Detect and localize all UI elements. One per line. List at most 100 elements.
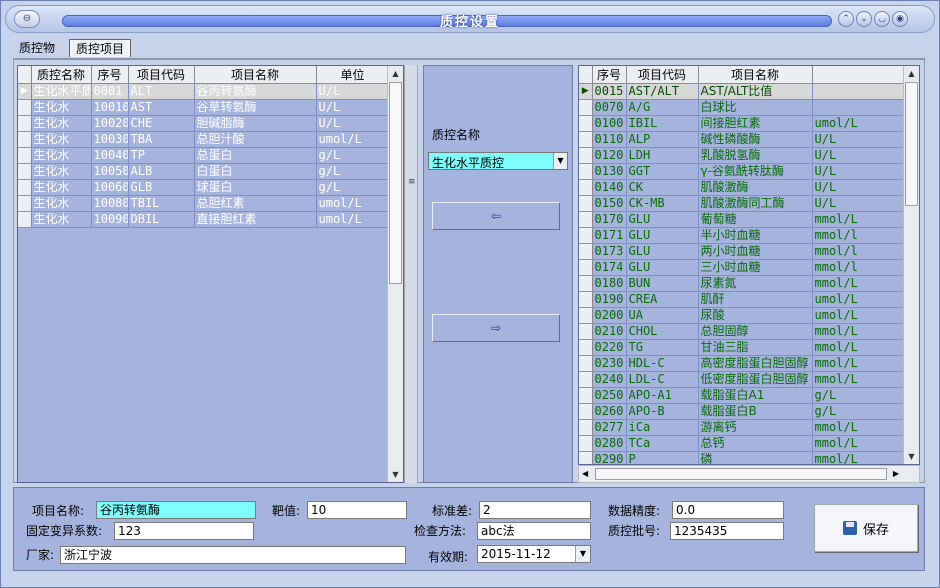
table-cell[interactable]: AST/ALT比值 <box>698 83 813 100</box>
table-cell[interactable]: U/L <box>316 115 390 132</box>
table-row[interactable]: 生化水 10050 ALB 白蛋白 g/L <box>18 163 390 180</box>
row-indicator[interactable] <box>18 211 32 228</box>
row-indicator[interactable] <box>579 435 593 452</box>
table-cell[interactable]: g/L <box>316 179 390 196</box>
table-cell[interactable]: mmol/L <box>812 451 905 464</box>
table-row[interactable]: 生化水 10060 GLB 球蛋白 g/L <box>18 179 390 196</box>
table-cell[interactable]: g/L <box>812 387 905 404</box>
table-row[interactable]: 0277 iCa 游离钙 mmol/L <box>579 419 905 436</box>
row-indicator[interactable] <box>18 147 32 164</box>
save-button[interactable]: 保存 <box>814 504 918 552</box>
table-cell[interactable]: U/L <box>812 131 905 148</box>
hscroll-thumb[interactable] <box>595 468 887 480</box>
table-cell[interactable] <box>812 99 905 116</box>
table-cell[interactable]: DBIL <box>128 211 195 228</box>
header-code[interactable]: 项目代码 <box>626 66 699 84</box>
table-cell[interactable]: 10060 <box>91 179 129 196</box>
lot-field[interactable]: 1235435 <box>670 522 784 540</box>
table-cell[interactable]: 高密度脂蛋白胆固醇 <box>698 355 813 372</box>
row-indicator[interactable] <box>579 339 593 356</box>
row-indicator[interactable] <box>579 387 593 404</box>
header-item-name[interactable]: 项目名称 <box>194 66 317 84</box>
table-cell[interactable]: CREA <box>626 291 699 308</box>
table-cell[interactable]: 10050 <box>91 163 129 180</box>
table-cell[interactable]: GLB <box>128 179 195 196</box>
table-row[interactable]: 生化水 10020 CHE 胆碱脂酶 U/L <box>18 115 390 132</box>
row-indicator[interactable] <box>579 115 593 132</box>
table-cell[interactable]: mmol/l <box>812 227 905 244</box>
table-cell[interactable]: 0110 <box>592 131 627 148</box>
table-row[interactable]: 0150 CK-MB 肌酸激酶同工酶 U/L <box>579 195 905 212</box>
row-indicator[interactable] <box>579 179 593 196</box>
table-row[interactable]: 生化水 10040 TP 总蛋白 g/L <box>18 147 390 164</box>
row-indicator[interactable] <box>18 99 32 116</box>
table-cell[interactable]: U/L <box>812 163 905 180</box>
row-indicator[interactable] <box>579 211 593 228</box>
table-cell[interactable]: g/L <box>316 163 390 180</box>
table-cell[interactable]: 葡萄糖 <box>698 211 813 228</box>
table-cell[interactable]: 低密度脂蛋白胆固醇 <box>698 371 813 388</box>
table-cell[interactable]: AST <box>128 99 195 116</box>
row-indicator[interactable] <box>18 115 32 132</box>
table-cell[interactable]: mmol/l <box>812 259 905 276</box>
right-grid-hscrollbar[interactable]: ◀ ▶ <box>578 465 920 483</box>
table-cell[interactable]: mmol/L <box>812 211 905 228</box>
panel-splitter[interactable]: ≡ <box>404 65 418 483</box>
right-grid-scrollbar[interactable]: ▲ ▼ <box>903 66 919 464</box>
table-cell[interactable]: 游离钙 <box>698 419 813 436</box>
table-cell[interactable]: A/G <box>626 99 699 116</box>
row-indicator[interactable] <box>579 371 593 388</box>
left-grid-scrollbar[interactable]: ▲ ▼ <box>387 66 403 482</box>
table-cell[interactable]: TCa <box>626 435 699 452</box>
header-seq[interactable]: 序号 <box>91 66 129 84</box>
move-right-button[interactable]: ⇨ <box>432 314 560 342</box>
table-cell[interactable]: 0170 <box>592 211 627 228</box>
table-cell[interactable]: U/L <box>812 147 905 164</box>
table-cell[interactable]: 0277 <box>592 419 627 436</box>
header-seq[interactable]: 序号 <box>592 66 627 84</box>
table-cell[interactable]: 0230 <box>592 355 627 372</box>
table-cell[interactable]: ALB <box>128 163 195 180</box>
header-code[interactable]: 项目代码 <box>128 66 195 84</box>
table-cell[interactable]: 0200 <box>592 307 627 324</box>
table-row[interactable]: 0180 BUN 尿素氮 mmol/L <box>579 275 905 292</box>
table-cell[interactable]: 总胆汁酸 <box>194 131 317 148</box>
table-cell[interactable]: 10020 <box>91 115 129 132</box>
table-cell[interactable]: CHE <box>128 115 195 132</box>
table-cell[interactable]: 生化水 <box>31 147 92 164</box>
table-cell[interactable]: 0140 <box>592 179 627 196</box>
scroll-right-arrow[interactable]: ▶ <box>893 469 899 478</box>
table-row[interactable]: 0250 APO-A1 载脂蛋白A1 g/L <box>579 387 905 404</box>
table-row[interactable]: 0110 ALP 碱性磷酸酶 U/L <box>579 131 905 148</box>
table-cell[interactable]: 生化水 <box>31 131 92 148</box>
row-indicator[interactable] <box>579 259 593 276</box>
qc-name-select[interactable]: 生化水平质控 ▼ <box>428 152 568 170</box>
table-cell[interactable]: umol/L <box>812 307 905 324</box>
row-indicator[interactable] <box>579 99 593 116</box>
table-cell[interactable]: 0220 <box>592 339 627 356</box>
close-button[interactable]: ◉ <box>892 11 908 27</box>
table-cell[interactable] <box>812 83 905 100</box>
table-cell[interactable]: 三小时血糖 <box>698 259 813 276</box>
table-row[interactable]: 0290 P 磷 mmol/L <box>579 451 905 464</box>
table-cell[interactable]: U/L <box>812 179 905 196</box>
item-name-field[interactable]: 谷丙转氨酶 <box>96 501 256 519</box>
table-cell[interactable]: 0070 <box>592 99 627 116</box>
scroll-thumb[interactable] <box>389 82 402 284</box>
table-cell[interactable]: GLU <box>626 211 699 228</box>
table-cell[interactable]: 总钙 <box>698 435 813 452</box>
assigned-items-grid[interactable]: 质控名称 序号 项目代码 项目名称 单位 ▶生化水平质控0001ALT谷丙转氨酶… <box>17 65 404 483</box>
table-cell[interactable]: 间接胆红素 <box>698 115 813 132</box>
table-cell[interactable]: GGT <box>626 163 699 180</box>
table-row[interactable]: 0070 A/G 白球比 <box>579 99 905 116</box>
row-indicator[interactable] <box>18 195 32 212</box>
table-row[interactable]: ▶ 0015 AST/ALT AST/ALT比值 <box>579 83 905 100</box>
table-cell[interactable]: 0174 <box>592 259 627 276</box>
table-cell[interactable]: mmol/L <box>812 275 905 292</box>
table-cell[interactable]: 总胆固醇 <box>698 323 813 340</box>
table-row[interactable]: 生化水 10080 TBIL 总胆红素 umol/L <box>18 195 390 212</box>
method-field[interactable]: abc法 <box>477 522 591 540</box>
table-cell[interactable]: U/L <box>316 83 390 100</box>
minimize-button[interactable]: ⌄ <box>856 11 872 27</box>
table-cell[interactable]: 10090 <box>91 211 129 228</box>
